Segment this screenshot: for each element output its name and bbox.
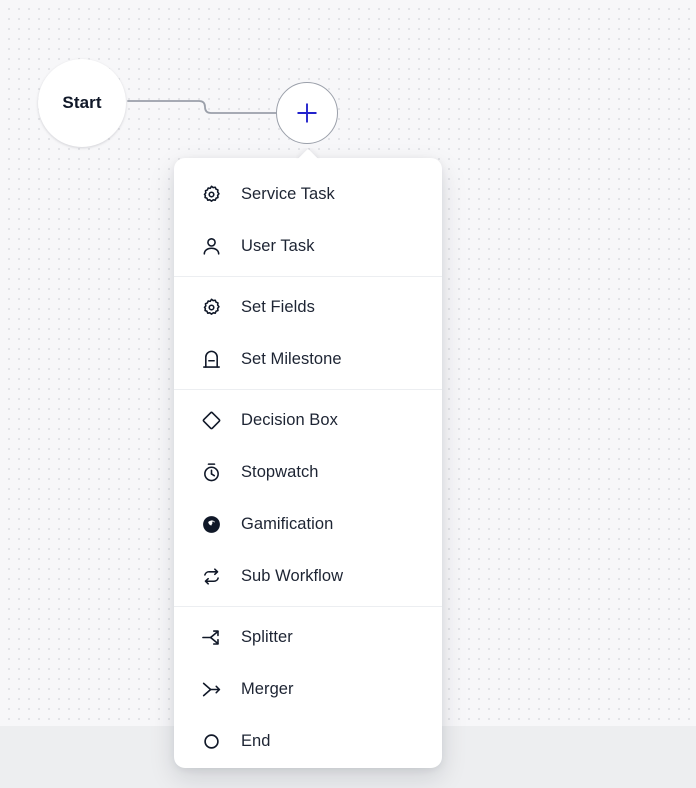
menu-group: Service Task User Task <box>174 168 442 272</box>
start-node[interactable]: Start <box>38 59 126 147</box>
add-node-button[interactable] <box>276 82 338 144</box>
sub-workflow-icon <box>200 565 222 587</box>
gear-icon <box>200 296 222 318</box>
merger-icon <box>200 678 222 700</box>
menu-item-label: Service Task <box>241 184 335 203</box>
menu-item-user-task[interactable]: User Task <box>174 220 442 272</box>
menu-item-label: Decision Box <box>241 410 338 429</box>
menu-divider <box>174 276 442 277</box>
menu-group: Set Fields Set Milestone <box>174 281 442 385</box>
menu-group: Splitter Merger End <box>174 611 442 767</box>
menu-item-label: User Task <box>241 236 315 255</box>
start-node-label: Start <box>62 93 102 112</box>
circle-icon <box>200 730 222 752</box>
menu-item-label: Stopwatch <box>241 462 319 481</box>
menu-item-sub-workflow[interactable]: Sub Workflow <box>174 550 442 602</box>
menu-item-gamification[interactable]: Gamification <box>174 498 442 550</box>
menu-item-service-task[interactable]: Service Task <box>174 168 442 220</box>
menu-item-label: Set Milestone <box>241 349 342 368</box>
menu-item-set-fields[interactable]: Set Fields <box>174 281 442 333</box>
menu-divider <box>174 389 442 390</box>
menu-item-label: Splitter <box>241 627 293 646</box>
diamond-icon <box>200 409 222 431</box>
menu-item-end[interactable]: End <box>174 715 442 767</box>
gear-icon <box>200 183 222 205</box>
node-type-menu[interactable]: Service Task User Task Set Fields Set Mi… <box>174 158 442 768</box>
gamification-icon <box>200 513 222 535</box>
menu-item-decision-box[interactable]: Decision Box <box>174 394 442 446</box>
menu-divider <box>174 606 442 607</box>
user-icon <box>200 235 222 257</box>
menu-item-label: End <box>241 731 271 750</box>
menu-item-label: Sub Workflow <box>241 566 344 585</box>
stopwatch-icon <box>200 461 222 483</box>
menu-item-set-milestone[interactable]: Set Milestone <box>174 333 442 385</box>
menu-group: Decision Box Stopwatch Gamification Sub … <box>174 394 442 602</box>
menu-pointer-arrow <box>296 148 320 159</box>
menu-item-stopwatch[interactable]: Stopwatch <box>174 446 442 498</box>
splitter-icon <box>200 626 222 648</box>
menu-item-merger[interactable]: Merger <box>174 663 442 715</box>
menu-item-label: Set Fields <box>241 297 315 316</box>
plus-icon <box>294 100 320 126</box>
menu-item-splitter[interactable]: Splitter <box>174 611 442 663</box>
menu-item-label: Merger <box>241 679 294 698</box>
menu-item-label: Gamification <box>241 514 334 533</box>
milestone-icon <box>200 348 222 370</box>
workflow-editor: Start Service Task User Task Set Fields … <box>0 0 696 788</box>
